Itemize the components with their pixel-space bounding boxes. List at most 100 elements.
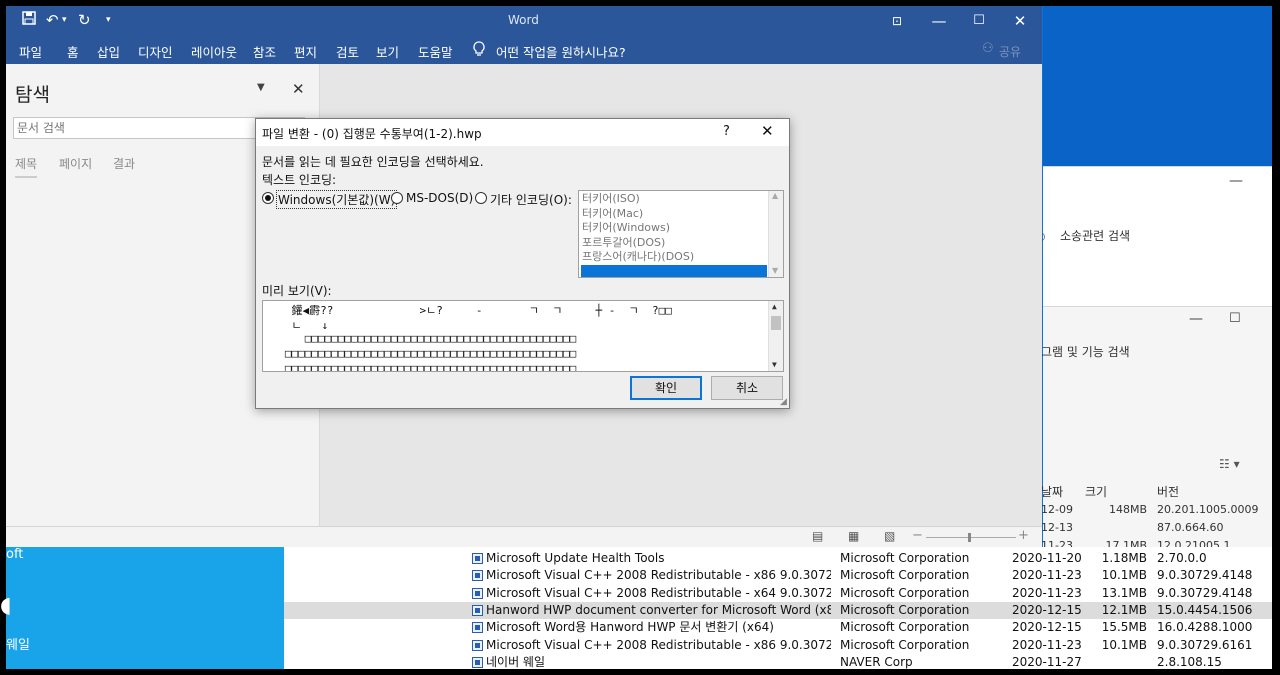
pane-options-icon[interactable]: ▼ xyxy=(257,82,265,93)
program-version: 16.0.4288.1000 xyxy=(1157,620,1253,635)
program-icon xyxy=(472,570,483,582)
encoding-listbox[interactable]: 터키어(ISO) 터키어(Mac) 터키어(Windows) 포르투갈어(DOS) 프랑… xyxy=(578,190,784,278)
radio-msdos-label[interactable]: MS-DOS(D) xyxy=(406,191,473,205)
program-icon xyxy=(472,656,483,668)
column-date[interactable]: 날짜 xyxy=(1041,483,1063,500)
program-date: 2020-11-23 xyxy=(1012,585,1082,600)
menu-tab-1[interactable]: 홈 xyxy=(67,42,79,61)
radio-windows[interactable] xyxy=(262,192,274,204)
print-layout-icon[interactable]: ▦ xyxy=(848,529,859,543)
search-text-1[interactable]: 소송관련 검색 xyxy=(1060,227,1130,244)
resize-grip-icon[interactable]: ◢ xyxy=(780,397,787,407)
program-date: 2020-11-23 xyxy=(1012,637,1082,652)
menu-tab-4[interactable]: 레이아웃 xyxy=(191,42,237,61)
background-pane-1: — ○ 소송관련 검색 xyxy=(1035,166,1272,306)
menu-tab-6[interactable]: 편지 xyxy=(294,42,317,61)
undo-icon[interactable]: ↶ xyxy=(46,11,59,29)
menu-tab-3[interactable]: 디자인 xyxy=(138,42,173,61)
column-version[interactable]: 버전 xyxy=(1157,483,1179,500)
ribbon-tabs: 파일 홈 삽입 디자인 레이아웃 참조 편지 검토 보기 도움말 어떤 작업을 원하시나요? ⚇ … xyxy=(6,36,1042,64)
table-row[interactable]: Microsoft Visual C++ 2008 Redistributabl… xyxy=(284,567,1272,584)
ribbon-display-icon[interactable]: ⊡ xyxy=(882,10,912,32)
menu-tab-5[interactable]: 참조 xyxy=(253,42,276,61)
menu-tab-7[interactable]: 검토 xyxy=(336,42,359,61)
right-row-version: 87.0.664.60 xyxy=(1157,521,1224,534)
share-button[interactable]: 공유 xyxy=(999,43,1021,60)
program-name: Microsoft Visual C++ 2008 Redistributabl… xyxy=(486,568,831,583)
undo-dropdown-icon[interactable]: ▾ xyxy=(62,15,67,25)
encoding-item[interactable]: 프랑스어(캐나다)(DOS) xyxy=(581,250,767,265)
zoom-slider[interactable] xyxy=(926,537,1016,538)
table-row[interactable]: Microsoft Update Health Tools Microsoft C… xyxy=(284,550,1272,567)
right-row-size: 148MB xyxy=(1108,503,1147,516)
radio-msdos[interactable] xyxy=(391,192,403,204)
scroll-up-icon[interactable]: ▲ xyxy=(772,191,778,200)
preview-label: 미리 보기(V): xyxy=(262,284,332,298)
close-icon[interactable]: ✕ xyxy=(1005,10,1035,32)
preview-line: □□□□□□□□□□□□□□□□□□□□□□□□□□□□□□□□□□□□□□□□… xyxy=(265,332,577,345)
radio-other-label[interactable]: 기타 인코딩(O): xyxy=(490,191,572,208)
close-pane-icon[interactable]: ✕ xyxy=(292,80,305,98)
save-icon[interactable] xyxy=(22,11,36,29)
radio-windows-label[interactable]: Windows(기본값)(W) xyxy=(276,190,398,209)
encoding-item[interactable]: 터키어(ISO) xyxy=(581,192,767,207)
web-layout-icon[interactable]: ▧ xyxy=(884,529,895,543)
program-size: 1.18MB xyxy=(1101,551,1147,565)
zoom-in-icon[interactable]: + xyxy=(1018,528,1029,543)
encoding-item[interactable]: 포르투갈어(DOS) xyxy=(581,236,767,251)
minimize-icon[interactable]: — xyxy=(924,10,954,32)
program-size: 15.5MB xyxy=(1101,620,1147,635)
nav-pane-title: 탐색 xyxy=(15,84,50,106)
close-icon[interactable]: ✕ xyxy=(761,122,774,140)
scroll-down-icon[interactable]: ▼ xyxy=(772,266,778,275)
encoding-scrollbar[interactable]: ▲ ▼ xyxy=(768,191,783,277)
scroll-thumb[interactable] xyxy=(771,316,781,330)
help-button[interactable]: ? xyxy=(723,124,730,139)
right-row-date: 12-13 xyxy=(1041,521,1073,534)
read-mode-icon[interactable]: ▤ xyxy=(812,529,823,543)
table-row[interactable]: Microsoft Visual C++ 2008 Redistributabl… xyxy=(284,637,1272,654)
search-input[interactable] xyxy=(14,118,274,138)
cancel-button[interactable]: 취소 xyxy=(711,376,783,400)
table-row[interactable]: 네이버 웨일 NAVER Corp 2020-11-27 2.8.108.15 xyxy=(284,654,1272,671)
program-name: Microsoft Word용 Hanword HWP 문서 변환기 (x64) xyxy=(486,620,774,635)
menu-tab-2[interactable]: 삽입 xyxy=(97,42,120,61)
share-icon[interactable]: ⚇ xyxy=(982,41,994,56)
menu-tab-8[interactable]: 보기 xyxy=(376,42,399,61)
zoom-out-icon[interactable]: − xyxy=(912,528,923,543)
scroll-down-icon[interactable]: ▼ xyxy=(772,360,777,369)
minimize-icon[interactable]: — xyxy=(1229,173,1243,189)
left-background-strip: oft ◖ 웨일 xyxy=(0,547,284,669)
preview-line: □□□□□□□□□□□□□□□□□□□□□□□□□□□□□□□□□□□□□□□□… xyxy=(265,362,577,372)
maximize-icon[interactable]: ☐ xyxy=(1229,311,1241,326)
minimize-icon[interactable]: — xyxy=(1189,311,1203,327)
encoding-item[interactable]: 터키어(Windows) xyxy=(581,221,767,236)
text-encoding-label: 텍스트 인코딩: xyxy=(262,173,337,187)
nav-tab-2[interactable]: 결과 xyxy=(113,155,135,172)
redo-icon[interactable]: ↻ xyxy=(78,11,91,29)
program-date: 2020-12-15 xyxy=(1012,602,1082,617)
table-row[interactable]: Hanword HWP document converter for Micro… xyxy=(284,601,1272,620)
view-options-icon[interactable]: ☷ ▾ xyxy=(1219,457,1240,471)
nav-tab-1[interactable]: 페이지 xyxy=(59,155,92,172)
encoding-item[interactable]: 한국어 xyxy=(581,264,767,277)
program-name: Microsoft Update Health Tools xyxy=(486,551,665,565)
search-text-2[interactable]: 그램 및 기능 검색 xyxy=(1041,343,1130,360)
program-version: 15.0.4454.1506 xyxy=(1157,602,1253,617)
zoom-slider-thumb[interactable] xyxy=(968,533,971,542)
customize-toolbar-icon[interactable]: ▾ xyxy=(106,15,111,25)
menu-tab-9[interactable]: 도움말 xyxy=(418,42,453,61)
table-row[interactable]: Microsoft Word용 Hanword HWP 문서 변환기 (x64)… xyxy=(284,619,1272,636)
menu-tab-0[interactable]: 파일 xyxy=(19,42,42,61)
column-size[interactable]: 크기 xyxy=(1085,483,1107,500)
preview-scrollbar[interactable]: ▲ ▼ xyxy=(768,301,783,371)
maximize-icon[interactable]: ☐ xyxy=(964,10,994,32)
ok-button[interactable]: 확인 xyxy=(630,376,702,400)
encoding-item[interactable]: 터키어(Mac) xyxy=(581,207,767,222)
table-row[interactable]: Microsoft Visual C++ 2008 Redistributabl… xyxy=(284,585,1272,602)
tell-me-box[interactable]: 어떤 작업을 원하시나요? xyxy=(496,42,626,61)
scroll-up-icon[interactable]: ▲ xyxy=(772,302,777,311)
nav-tab-0[interactable]: 제목 xyxy=(15,155,38,178)
program-name: Hanword HWP document converter for Micro… xyxy=(486,602,831,617)
radio-other[interactable] xyxy=(475,192,487,204)
